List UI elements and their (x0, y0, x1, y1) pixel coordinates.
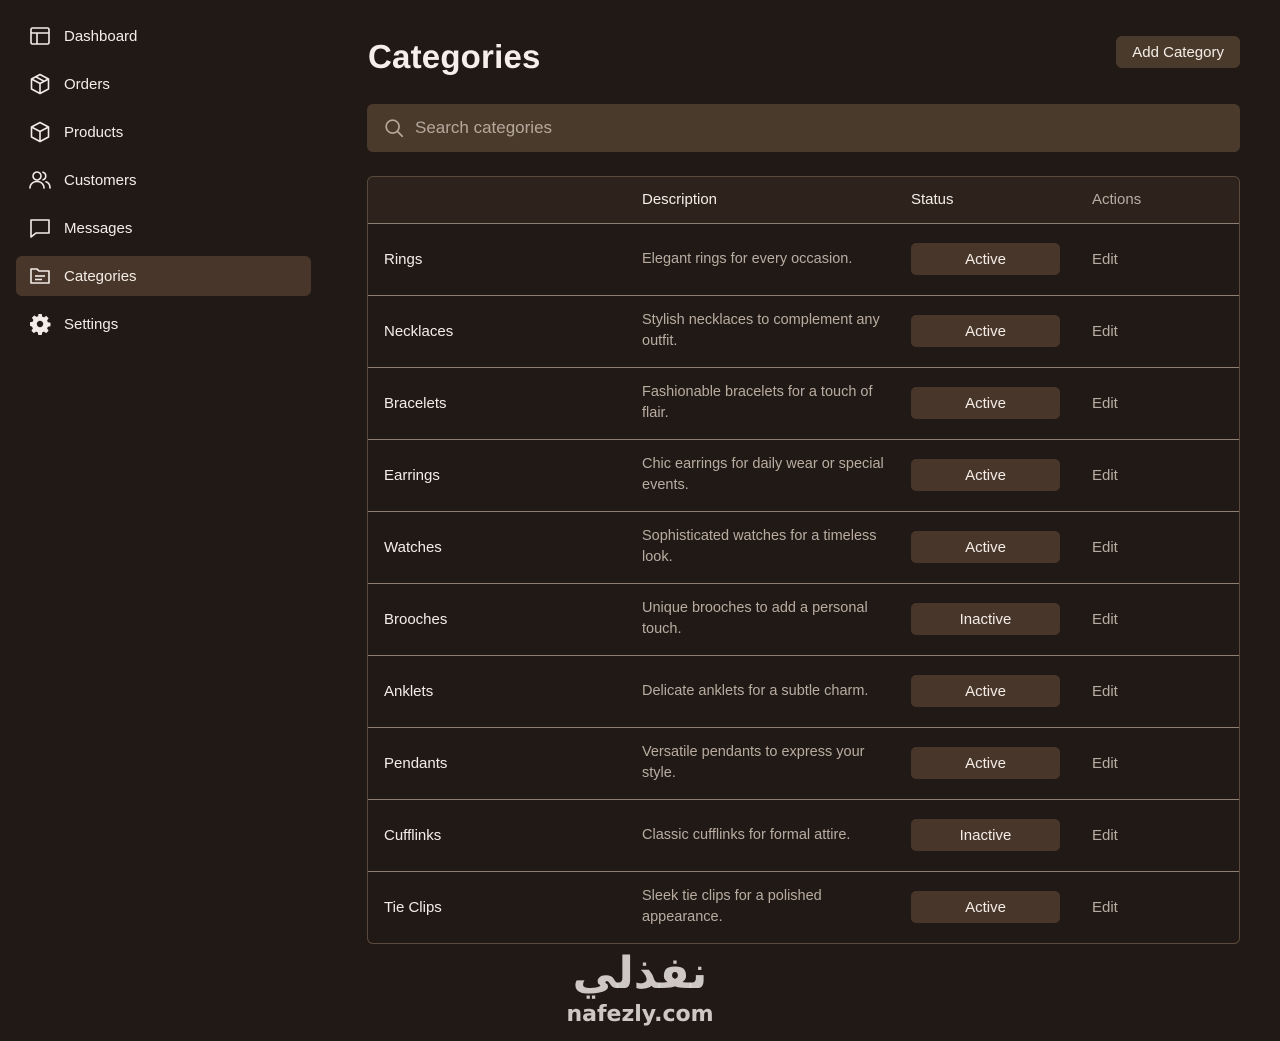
category-name: Bracelets (368, 366, 642, 439)
category-name: Necklaces (368, 294, 642, 367)
edit-button[interactable]: Edit (1092, 827, 1118, 844)
table-row: Pendants Versatile pendants to express y… (368, 726, 1239, 799)
page-title: Categories (368, 38, 541, 75)
sidebar-item-products[interactable]: Products (16, 112, 311, 152)
column-header-status: Status (911, 177, 1092, 224)
sidebar: Dashboard Orders Products Customers Mess… (16, 16, 311, 352)
category-description: Chic earrings for daily wear or special … (642, 438, 911, 511)
cube-icon (28, 120, 52, 144)
status-badge: Active (911, 675, 1060, 707)
users-icon (28, 168, 52, 192)
table-row: Brooches Unique brooches to add a person… (368, 582, 1239, 655)
message-icon (28, 216, 52, 240)
watermark-latin: nafezly.com (566, 1002, 714, 1027)
table-row: Bracelets Fashionable bracelets for a to… (368, 366, 1239, 439)
table-header: Description Status Actions (368, 177, 1239, 224)
category-name: Rings (384, 250, 423, 268)
edit-button[interactable]: Edit (1092, 899, 1118, 916)
table-row: Tie Clips Sleek tie clips for a polished… (368, 870, 1239, 943)
sidebar-item-label: Dashboard (64, 27, 138, 45)
status-badge: Inactive (911, 819, 1060, 851)
status-badge: Active (911, 459, 1060, 491)
edit-button[interactable]: Edit (1092, 611, 1118, 628)
category-description: Elegant rings for every occasion. (642, 250, 853, 267)
table-row: Cufflinks Classic cufflinks for formal a… (368, 798, 1239, 871)
status-badge: Active (911, 387, 1060, 419)
table-row: Watches Sophisticated watches for a time… (368, 510, 1239, 583)
sidebar-item-orders[interactable]: Orders (16, 64, 311, 104)
column-header-name (368, 177, 642, 224)
sidebar-item-categories[interactable]: Categories (16, 256, 311, 296)
categories-table: Description Status Actions Rings Elegant… (367, 176, 1240, 944)
sidebar-item-label: Orders (64, 75, 110, 93)
watermark: نفذلي nafezly.com (560, 950, 720, 1038)
table-row: Earrings Chic earrings for daily wear or… (368, 438, 1239, 511)
sidebar-item-label: Settings (64, 315, 119, 333)
sidebar-item-settings[interactable]: Settings (16, 304, 311, 344)
column-header-actions: Actions (1092, 177, 1239, 224)
folder-icon (28, 264, 52, 288)
category-name: Cufflinks (368, 798, 642, 871)
watermark-arabic: نفذلي (572, 948, 708, 999)
status-badge: Active (911, 315, 1060, 347)
category-description: Fashionable bracelets for a touch of fla… (642, 366, 911, 439)
category-description: Delicate anklets for a subtle charm. (642, 654, 911, 727)
category-name: Brooches (368, 582, 642, 655)
edit-button[interactable]: Edit (1092, 323, 1118, 340)
category-name: Anklets (368, 654, 642, 727)
sidebar-item-label: Categories (64, 267, 137, 285)
table-row: Necklaces Stylish necklaces to complemen… (368, 294, 1239, 367)
layout-icon (28, 24, 52, 48)
sidebar-item-messages[interactable]: Messages (16, 208, 311, 248)
sidebar-item-label: Customers (64, 171, 137, 189)
add-category-button[interactable]: Add Category (1116, 36, 1240, 68)
edit-button[interactable]: Edit (1092, 683, 1118, 700)
search-input[interactable] (415, 118, 1195, 138)
sidebar-item-dashboard[interactable]: Dashboard (16, 16, 311, 56)
column-header-description: Description (642, 177, 911, 224)
sidebar-item-label: Products (64, 123, 124, 141)
category-description: Unique brooches to add a personal touch. (642, 582, 911, 655)
edit-button[interactable]: Edit (1092, 539, 1118, 556)
category-description: Classic cufflinks for formal attire. (642, 798, 911, 871)
search-bar[interactable] (367, 104, 1240, 152)
status-badge: Active (911, 747, 1060, 779)
edit-button[interactable]: Edit (1092, 251, 1118, 268)
category-name: Watches (368, 510, 642, 583)
status-badge: Active (911, 243, 1060, 275)
sidebar-item-customers[interactable]: Customers (16, 160, 311, 200)
category-description: Stylish necklaces to complement any outf… (642, 294, 911, 367)
category-description: Sophisticated watches for a timeless loo… (642, 510, 911, 583)
category-description: Versatile pendants to express your style… (642, 726, 911, 799)
category-description: Sleek tie clips for a polished appearanc… (642, 870, 911, 943)
table-row: Rings Elegant rings for every occasion. … (368, 223, 1239, 295)
edit-button[interactable]: Edit (1092, 755, 1118, 772)
category-name: Pendants (368, 726, 642, 799)
category-name: Earrings (368, 438, 642, 511)
edit-button[interactable]: Edit (1092, 395, 1118, 412)
box-icon (28, 72, 52, 96)
edit-button[interactable]: Edit (1092, 467, 1118, 484)
status-badge: Active (911, 891, 1060, 924)
category-name: Tie Clips (368, 870, 642, 943)
gear-icon (28, 312, 52, 336)
table-row: Anklets Delicate anklets for a subtle ch… (368, 654, 1239, 727)
search-icon (383, 117, 405, 139)
status-badge: Inactive (911, 603, 1060, 635)
status-badge: Active (911, 531, 1060, 563)
sidebar-item-label: Messages (64, 219, 133, 237)
